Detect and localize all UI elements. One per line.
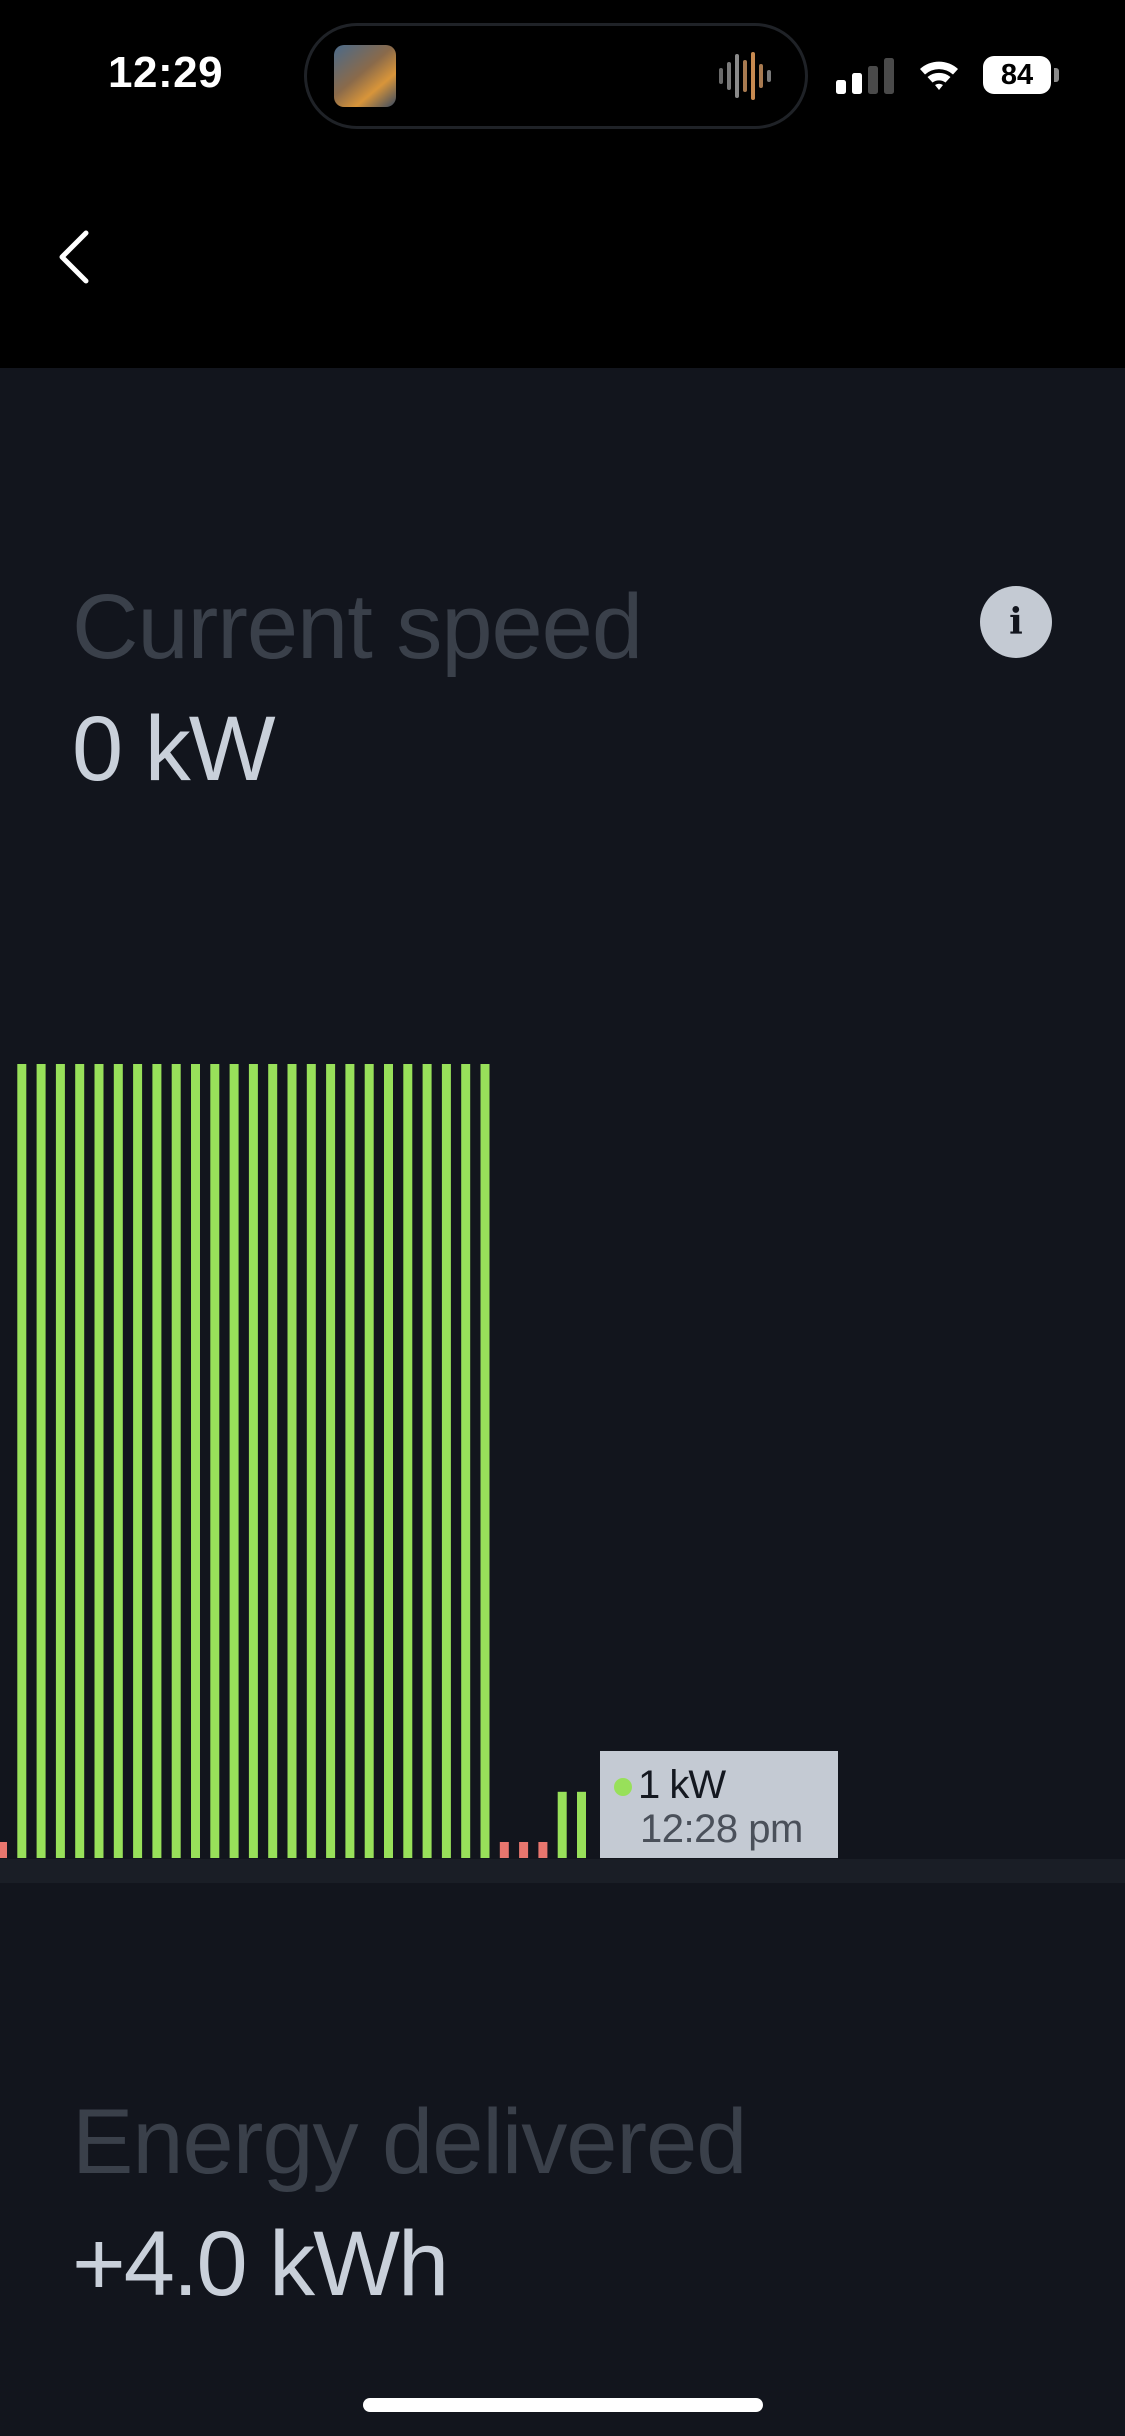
charging-power-chart[interactable] xyxy=(0,1040,1125,1885)
chart-bar xyxy=(287,1064,297,1858)
chart-bar xyxy=(384,1064,393,1858)
back-button[interactable] xyxy=(50,225,100,289)
wifi-icon xyxy=(920,61,958,90)
chevron-left-icon xyxy=(59,230,89,284)
chart-bar-idle xyxy=(0,1842,7,1858)
tooltip-series-dot xyxy=(614,1778,632,1796)
chart-bar xyxy=(345,1064,355,1858)
chart-bar xyxy=(191,1064,200,1858)
dynamic-island[interactable] xyxy=(307,26,805,126)
chart-tooltip: 1 kW 12:28 pm xyxy=(600,1751,838,1858)
chart-bar-idle xyxy=(538,1842,548,1858)
status-time: 12:29 xyxy=(108,48,224,97)
chart-bar xyxy=(75,1064,85,1858)
audio-waveform-icon xyxy=(719,52,771,100)
chart-bar xyxy=(557,1791,567,1858)
chart-bar xyxy=(577,1791,586,1858)
energy-delivered-value: +4.0 kWh xyxy=(72,2213,449,2315)
chart-bar xyxy=(268,1064,278,1858)
chart-bar xyxy=(17,1064,27,1858)
chart-bar xyxy=(364,1064,374,1858)
chart-bar xyxy=(461,1064,471,1858)
chart-bar xyxy=(133,1064,143,1858)
home-indicator[interactable] xyxy=(363,2398,763,2412)
battery-cap xyxy=(1054,68,1059,82)
energy-delivered-label: Energy delivered xyxy=(72,2091,747,2193)
chart-bar xyxy=(306,1064,316,1858)
chart-bar xyxy=(248,1064,258,1858)
current-speed-value: 0 kW xyxy=(72,698,276,800)
tooltip-time: 12:28 pm xyxy=(640,1807,803,1851)
cellular-signal-icon xyxy=(836,58,894,94)
chart-bar xyxy=(229,1064,239,1858)
battery-level: 84 xyxy=(983,56,1051,94)
chart-axis-band xyxy=(0,1859,1125,1883)
chart-bar xyxy=(113,1064,123,1858)
chart-bar xyxy=(403,1064,413,1858)
info-icon[interactable]: i xyxy=(980,586,1052,658)
chart-bar xyxy=(422,1064,432,1858)
chart-bar xyxy=(326,1064,336,1858)
current-speed-label: Current speed xyxy=(72,576,643,678)
chart-bar xyxy=(36,1064,46,1858)
chart-bar xyxy=(171,1064,181,1858)
tooltip-value: 1 kW xyxy=(638,1763,726,1807)
chart-bar-idle xyxy=(499,1842,509,1858)
chart-bar xyxy=(152,1064,162,1858)
chart-bar xyxy=(94,1064,104,1858)
chart-bar xyxy=(480,1064,490,1858)
chart-bar xyxy=(210,1064,220,1858)
battery-indicator: 84 xyxy=(983,56,1059,94)
now-playing-artwork xyxy=(334,45,396,107)
chart-bar xyxy=(441,1064,451,1858)
chart-bar-idle xyxy=(519,1842,529,1858)
chart-bar xyxy=(55,1064,65,1858)
